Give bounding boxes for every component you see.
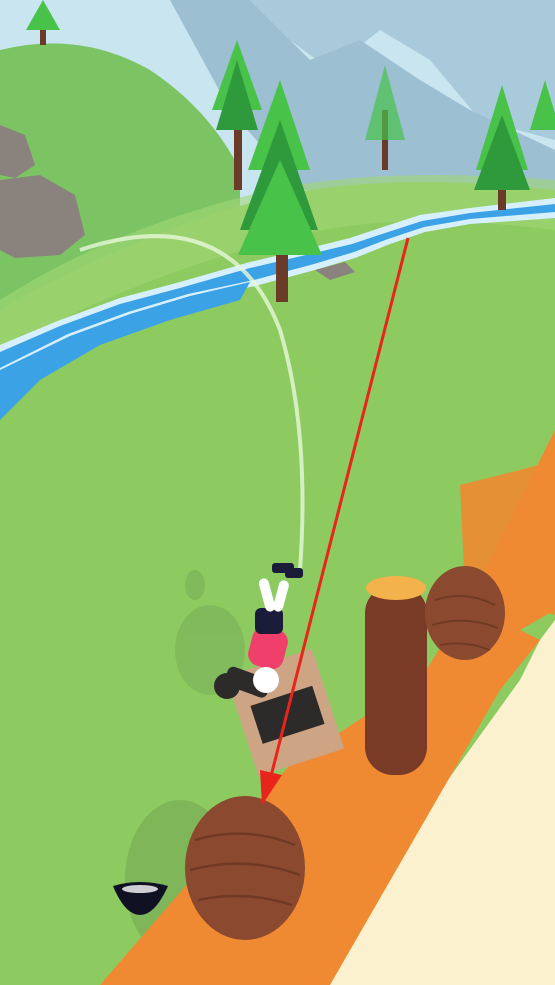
game-scene[interactable] [0, 0, 555, 985]
coconut-back [425, 566, 505, 660]
log-obstacle [365, 576, 427, 775]
coconut-front [185, 796, 305, 940]
